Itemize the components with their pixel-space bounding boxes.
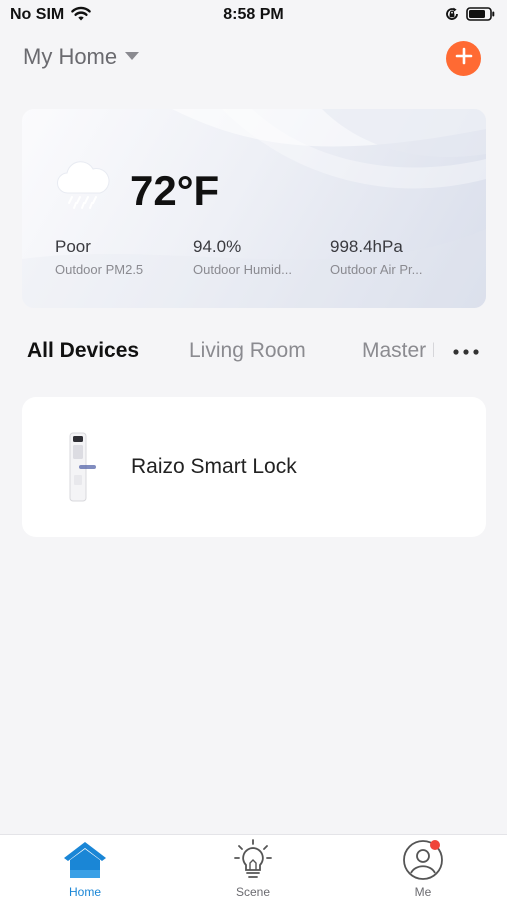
more-horizontal-icon[interactable] xyxy=(450,336,482,368)
lightbulb-icon xyxy=(233,839,273,881)
rain-cloud-icon xyxy=(54,161,112,216)
nav-me[interactable]: Me xyxy=(368,835,478,900)
smart-lock-thumbnail xyxy=(67,431,97,508)
metric-label: Outdoor PM2.5 xyxy=(55,262,144,277)
metric-value: 998.4hPa xyxy=(330,237,403,256)
clock-time: 8:58 PM xyxy=(223,6,284,23)
tab-master-bedroom[interactable]: Master B xyxy=(362,339,434,363)
metric-value: Poor xyxy=(55,237,91,256)
nav-scene[interactable]: Scene xyxy=(198,835,308,900)
metric-label: Outdoor Humid... xyxy=(193,262,292,277)
tab-living-room[interactable]: Living Room xyxy=(189,339,306,363)
tab-all-devices[interactable]: All Devices xyxy=(27,339,139,363)
home-icon xyxy=(62,839,108,881)
status-bar: No SIM 8:58 PM xyxy=(0,0,507,30)
metric-air-pressure: 998.4hPa Outdoor Air Pr... xyxy=(330,237,456,277)
orientation-lock-icon xyxy=(444,6,460,27)
app-screen: No SIM 8:58 PM My Home 72°F Poor Outdoor… xyxy=(0,0,507,900)
home-selector[interactable]: My Home xyxy=(23,44,140,70)
plus-icon xyxy=(455,47,473,70)
add-device-button[interactable] xyxy=(446,41,481,76)
weather-card[interactable]: 72°F Poor Outdoor PM2.5 94.0% Outdoor Hu… xyxy=(22,109,486,308)
metric-value: 94.0% xyxy=(193,237,242,256)
metric-label: Outdoor Air Pr... xyxy=(330,262,423,277)
home-name: My Home xyxy=(23,44,118,69)
nav-label: Scene xyxy=(235,885,271,899)
nav-home[interactable]: Home xyxy=(30,835,140,900)
metric-pm25: Poor Outdoor PM2.5 xyxy=(55,237,185,277)
battery-icon xyxy=(466,7,496,26)
room-tabs: All Devices Living Room Master B xyxy=(0,336,507,370)
bottom-tab-bar: Home Scene Me xyxy=(0,834,507,900)
metric-humidity: 94.0% Outdoor Humid... xyxy=(193,237,319,277)
device-card[interactable]: Raizo Smart Lock xyxy=(22,397,486,537)
temperature-value: 72°F xyxy=(130,167,220,214)
nav-label: Me xyxy=(414,885,432,899)
device-name: Raizo Smart Lock xyxy=(131,455,297,478)
nav-label: Home xyxy=(68,885,101,899)
caret-down-icon xyxy=(125,48,140,66)
user-icon xyxy=(401,839,445,881)
notification-badge xyxy=(430,840,440,850)
